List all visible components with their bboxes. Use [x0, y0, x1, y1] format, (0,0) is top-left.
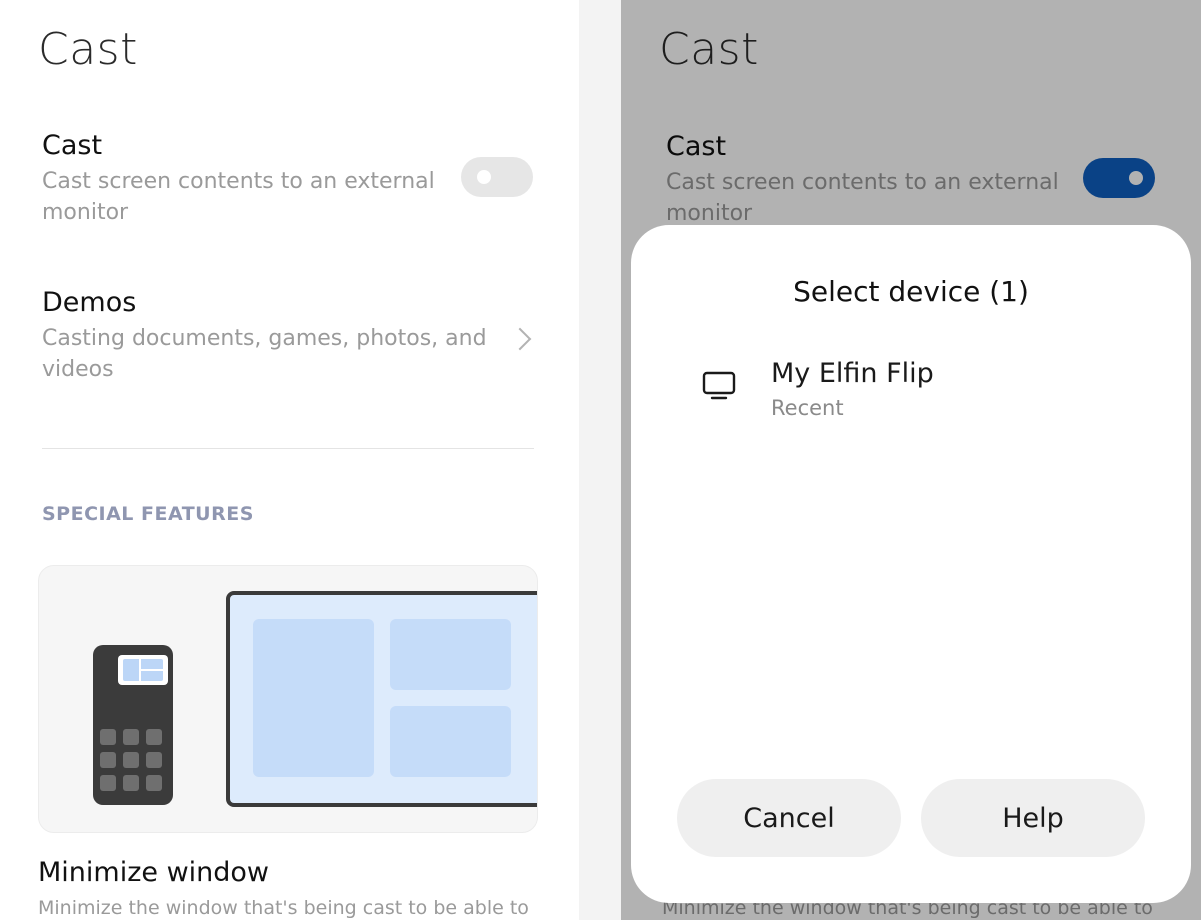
dialog-title: Select device (1)	[793, 275, 1029, 308]
demos-title: Demos	[42, 287, 137, 318]
cast-setting-title: Cast	[42, 130, 103, 161]
device-list-item[interactable]: My Elfin Flip Recent	[691, 355, 1151, 425]
cast-device-picker-screen: Cast Cast Cast screen contents to an ext…	[621, 0, 1201, 920]
cast-toggle[interactable]	[461, 157, 533, 197]
cast-setting-subtitle: Cast screen contents to an external moni…	[42, 169, 435, 225]
toggle-knob	[477, 170, 491, 184]
feature-subtitle: Minimize the window that's being cast to…	[38, 897, 529, 919]
divider	[42, 448, 534, 449]
device-status: Recent	[771, 396, 844, 420]
minimize-window-illustration	[38, 565, 538, 833]
monitor-icon	[702, 371, 736, 400]
panel-gap	[579, 0, 621, 920]
phone-and-monitor-illustration	[93, 591, 537, 807]
select-device-dialog: Select device (1) My Elfin Flip Recent C…	[631, 225, 1191, 903]
page-title: Cast	[38, 24, 138, 75]
cancel-button[interactable]: Cancel	[677, 779, 901, 857]
chevron-right-icon	[508, 327, 532, 351]
cast-settings-screen: Cast Cast Cast screen contents to an ext…	[0, 0, 579, 920]
feature-title: Minimize window	[38, 857, 270, 888]
demos-subtitle: Casting documents, games, photos, and vi…	[42, 326, 487, 382]
section-label: SPECIAL FEATURES	[42, 503, 254, 525]
help-button[interactable]: Help	[921, 779, 1145, 857]
device-name: My Elfin Flip	[771, 358, 934, 389]
